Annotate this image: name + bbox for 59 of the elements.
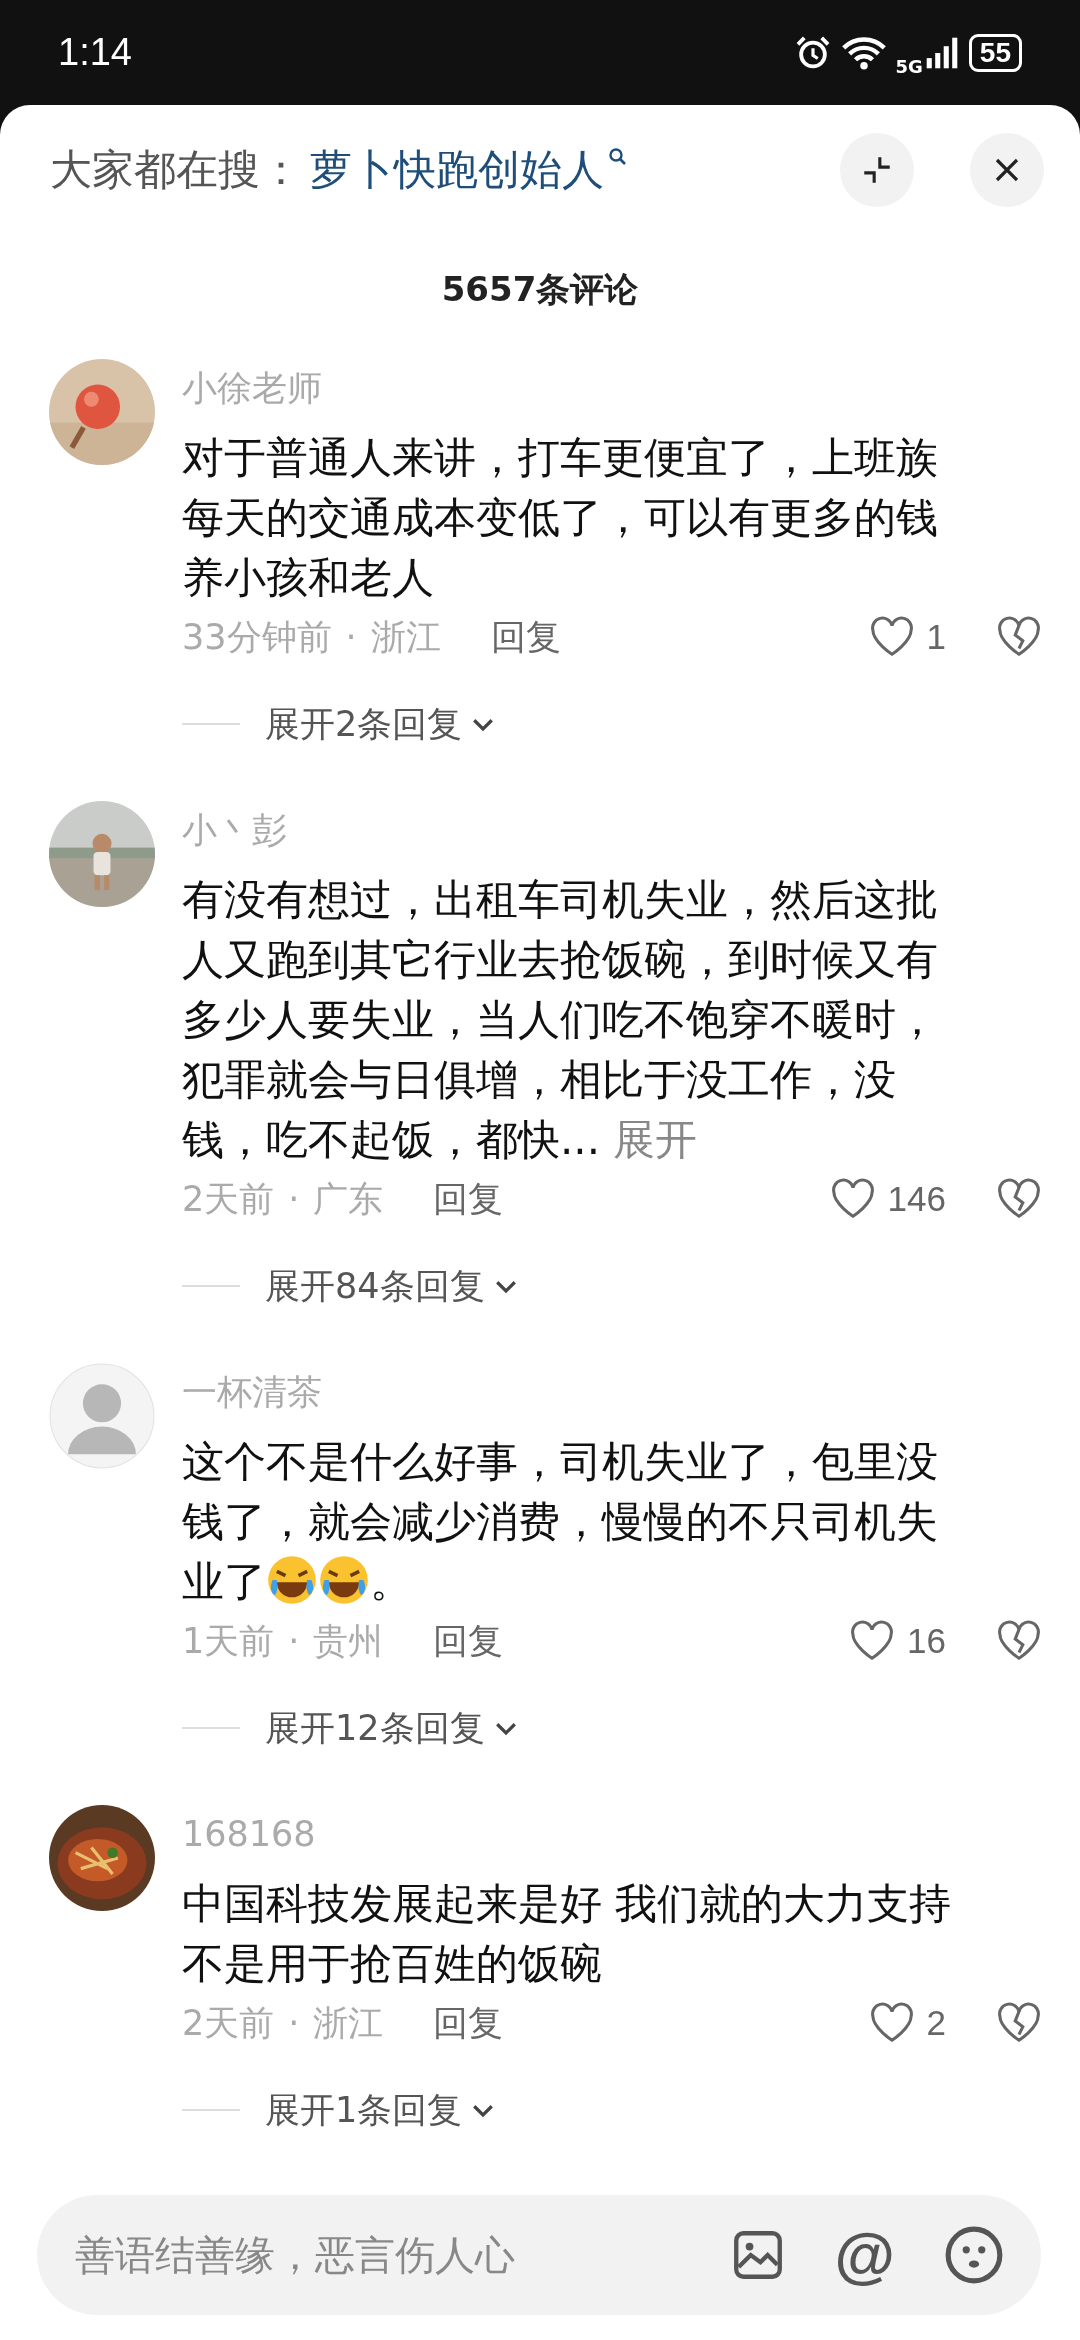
comment-location: 广东 [313, 1177, 384, 1221]
separator-dot: · [345, 617, 357, 657]
heart-icon [868, 616, 915, 658]
heart-icon [849, 1620, 896, 1662]
comment-location: 浙江 [313, 2001, 384, 2045]
broken-heart-icon [996, 1620, 1042, 1662]
comment-time: 1天前 [182, 1619, 275, 1663]
comment-time: 33分钟前 [182, 615, 332, 659]
trending-label: 大家都在搜： [50, 144, 302, 196]
heart-icon [868, 2002, 915, 2044]
dislike-button[interactable] [996, 1620, 1042, 1662]
like-button[interactable]: 16 [849, 1620, 946, 1662]
broken-heart-icon [996, 616, 1042, 658]
comment-location: 贵州 [313, 1619, 384, 1663]
expand-replies-link[interactable]: 展开84条回复 [265, 1262, 521, 1310]
comment-time: 2天前 [182, 1177, 275, 1221]
comment-time: 2天前 [182, 2001, 275, 2045]
like-button[interactable]: 1 [868, 616, 946, 658]
like-button[interactable]: 146 [829, 1178, 946, 1220]
dislike-button[interactable] [996, 616, 1042, 658]
laughing-emoji-icon [266, 1554, 318, 1606]
comment-location: 浙江 [370, 615, 441, 659]
like-button[interactable]: 2 [868, 2002, 946, 2044]
expand-replies-link[interactable]: 展开2条回复 [265, 700, 499, 748]
laughing-emoji-icon [318, 1554, 370, 1606]
signal-icon [924, 35, 959, 70]
comment-count-title: 5657条评论 [441, 268, 639, 311]
separator-dot: · [288, 1179, 300, 1219]
separator-dot: · [288, 2003, 300, 2043]
comment-input-field[interactable]: 善语结善缘，恶言伤人心 @ [37, 2195, 1041, 2315]
status-time: 1:14 [58, 31, 132, 74]
username: 一杯清茶 [182, 1371, 323, 1414]
search-icon [608, 147, 628, 167]
broken-heart-icon [996, 2002, 1042, 2044]
reply-link[interactable]: 回复 [433, 1175, 504, 1223]
username: 小徐老师 [182, 367, 323, 410]
network-type: 5G [895, 56, 923, 77]
avatar-icon [49, 1363, 155, 1469]
comment-text: 这个不是什么好事，司机失业了，包里没钱了，就会减少消费，慢慢的不只司机失业了 。 [182, 1436, 939, 1608]
expand-replies-link[interactable]: 展开12条回复 [265, 1704, 521, 1752]
reply-link[interactable]: 回复 [433, 1617, 504, 1665]
reply-link[interactable]: 回复 [490, 613, 561, 661]
broken-heart-icon [996, 1178, 1042, 1220]
trending-search-link[interactable]: 萝卜快跑创始人 [310, 142, 604, 198]
reply-link[interactable]: 回复 [433, 1999, 504, 2047]
mention-button[interactable]: @ [834, 2224, 895, 2286]
heart-icon [829, 1178, 876, 1220]
separator-dot: · [288, 1621, 300, 1661]
username: 168168 [182, 1813, 317, 1856]
dislike-button[interactable] [996, 2002, 1042, 2044]
comment-text: 中国科技发展起来是好 我们就的大力支持不是用于抢百姓的饭碗 [182, 1878, 953, 1990]
battery-level: 55 [968, 33, 1022, 72]
comment-text: 有没有想过，出租车司机失业，然后这批人又跑到其它行业去抢饭碗，到时候又有多少人要失业，当人们吃不饱穿不暖时，犯罪就会与日俱增，相比于没工作，没钱，吃不起饭，都快... 展开 [182, 874, 939, 1166]
dislike-button[interactable] [996, 1178, 1042, 1220]
emoji-icon[interactable] [943, 2224, 1005, 2286]
expand-replies-link[interactable]: 展开1条回复 [265, 2086, 499, 2134]
username: 小丶彭 [182, 809, 288, 852]
comment-text: 对于普通人来讲，打车更便宜了，上班族每天的交通成本变低了，可以有更多的钱养小孩和老人 [182, 432, 939, 604]
expand-link[interactable]: 展开 [613, 1115, 698, 1164]
